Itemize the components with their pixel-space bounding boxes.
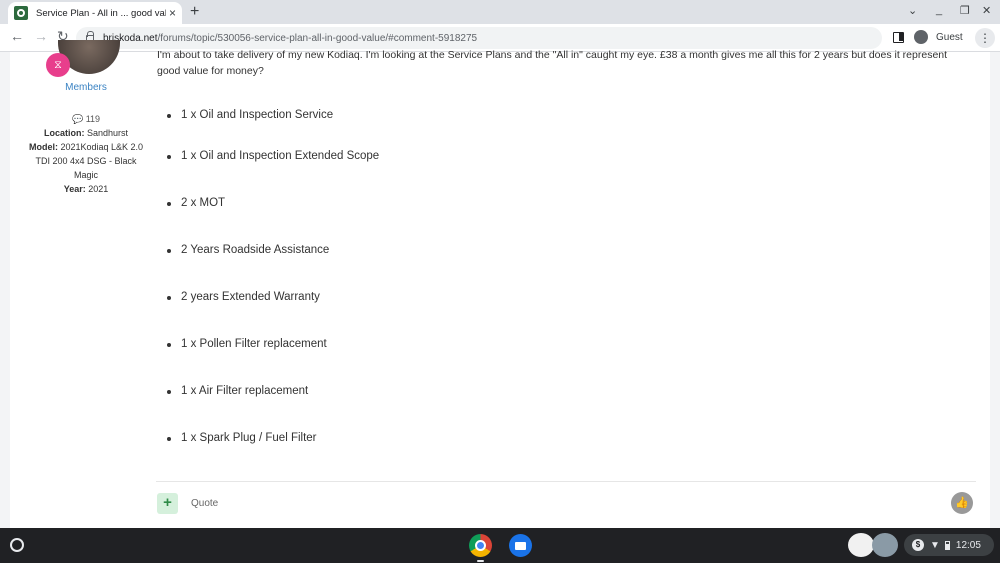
list-item: 2 Years Roadside Assistance (167, 244, 329, 256)
post-content: I'm about to take delivery of my new Kod… (157, 49, 977, 444)
location-label: Location: (43, 128, 85, 138)
author-location: Location: Sandhurst (10, 126, 162, 140)
status-tray[interactable]: $ ▼ 12:05 (904, 534, 994, 556)
forum-post: ⧖ Members 💬 119 Location: Sandhurst Mode… (10, 40, 990, 528)
thumbs-up-icon[interactable]: 👍 (951, 492, 973, 514)
address-bar[interactable]: briskoda.net/forums/topic/530056-service… (76, 27, 882, 49)
author-year: Year: 2021 (10, 182, 162, 196)
multiquote-button[interactable]: + (157, 493, 178, 514)
url-path: /forums/topic/530056-service-plan-all-in… (157, 32, 478, 44)
browser-tab[interactable]: Service Plan - All in ... good value × (8, 2, 182, 24)
list-item: 2 years Extended Warranty (167, 291, 320, 303)
quote-button[interactable]: Quote (191, 498, 218, 509)
forward-arrow-icon[interactable]: → (34, 28, 48, 44)
comment-icon: 💬 (71, 114, 84, 124)
location-value: Sandhurst (86, 128, 129, 138)
list-item: 1 x Air Filter replacement (167, 385, 308, 397)
list-item: 1 x Oil and Inspection Extended Scope (167, 150, 379, 162)
chrome-icon[interactable] (469, 534, 492, 557)
author-panel: ⧖ Members 💬 119 Location: Sandhurst Mode… (10, 40, 162, 528)
page-viewport: ⧖ Members 💬 119 Location: Sandhurst Mode… (0, 40, 1000, 528)
tab-title: Service Plan - All in ... good value (36, 7, 166, 19)
restore-button[interactable]: ❐ (960, 4, 970, 17)
tray-thumbnail-icon[interactable] (848, 533, 874, 557)
post-count: 💬 119 (10, 112, 162, 126)
post-footer-divider (156, 481, 976, 482)
browser-menu-icon[interactable]: ⋮ (975, 28, 995, 48)
profile-avatar-icon[interactable] (914, 30, 928, 44)
side-panel-icon[interactable] (893, 32, 904, 43)
author-model: Model: 2021Kodiaq L&K 2.0 TDI 200 4x4 DS… (10, 140, 162, 182)
wifi-icon: ▼ (930, 539, 940, 551)
running-indicator (477, 560, 484, 562)
clock: 12:05 (955, 539, 981, 551)
post-intro: I'm about to take delivery of my new Kod… (157, 49, 948, 77)
model-label: Model: (28, 142, 58, 152)
shelf: $ ▼ 12:05 (0, 528, 1000, 563)
tab-search-chevron-icon[interactable]: ⌄ (908, 4, 917, 17)
member-group: Members (65, 82, 107, 93)
list-item: 1 x Pollen Filter replacement (167, 338, 327, 350)
dollar-icon: $ (912, 539, 924, 551)
files-app-icon[interactable] (509, 534, 532, 557)
list-item: 2 x MOT (167, 197, 225, 209)
tab-strip: Service Plan - All in ... good value × +… (0, 0, 1000, 24)
author-stats: 💬 119 Location: Sandhurst Model: 2021Kod… (10, 112, 162, 196)
back-arrow-icon[interactable]: ← (10, 28, 24, 44)
tray-thumbnail-icon[interactable] (872, 533, 898, 557)
year-value: 2021 (88, 184, 109, 194)
close-window-button[interactable]: ✕ (982, 4, 991, 17)
rank-badge-icon: ⧖ (46, 53, 70, 77)
profile-label[interactable]: Guest (936, 32, 963, 43)
new-tab-button[interactable]: + (190, 3, 199, 21)
tab-close-icon[interactable]: × (169, 6, 176, 20)
launcher-icon[interactable] (10, 538, 24, 552)
year-label: Year: (63, 184, 86, 194)
post-count-value: 119 (85, 114, 101, 124)
site-favicon-icon (14, 6, 28, 20)
url-text: briskoda.net/forums/topic/530056-service… (103, 33, 477, 44)
minimize-button[interactable]: _ (936, 4, 942, 16)
list-item: 1 x Spark Plug / Fuel Filter (167, 432, 317, 444)
list-item: 1 x Oil and Inspection Service (167, 109, 333, 121)
battery-icon (944, 540, 950, 550)
